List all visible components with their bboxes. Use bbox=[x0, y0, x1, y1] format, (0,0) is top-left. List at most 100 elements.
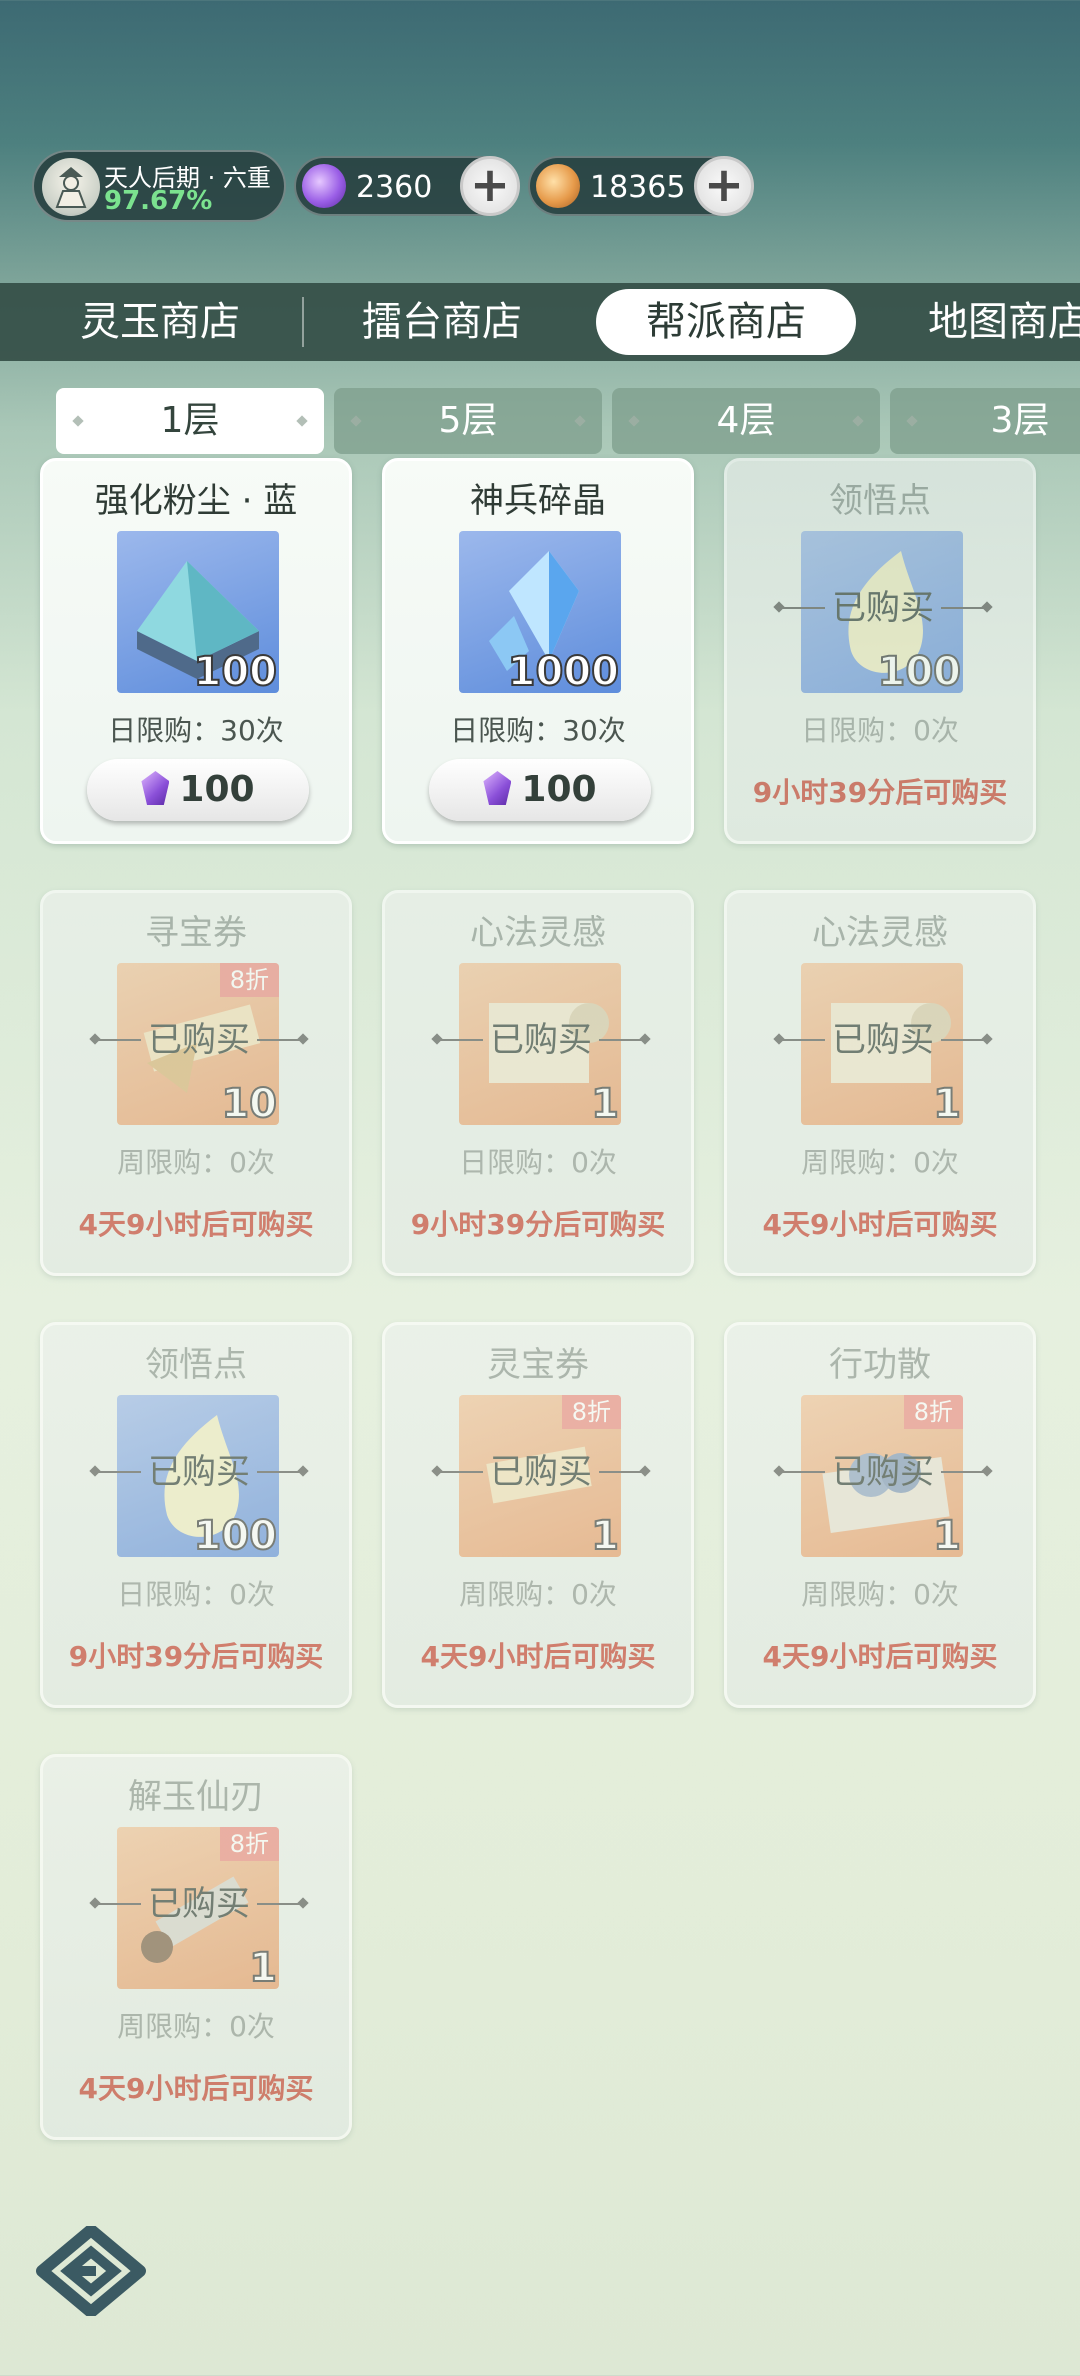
price-value: 100 bbox=[179, 769, 255, 810]
status-bar: 天人后期 · 六重 97.67% 2360 + 18365 + bbox=[32, 150, 1080, 222]
restock-timer: 4天9小时后可购买 bbox=[78, 1208, 314, 1241]
diamond-ornament-icon bbox=[906, 415, 918, 427]
tab-lingyu-shop[interactable]: 灵玉商店 bbox=[80, 283, 240, 361]
floor-tab-label: 1层 bbox=[160, 400, 220, 441]
tab-guild-shop[interactable]: 帮派商店 bbox=[596, 289, 856, 355]
sold-out-label: 已购买 bbox=[777, 1449, 989, 1495]
restock-timer: 9小时39分后可购买 bbox=[410, 1208, 666, 1241]
copper-coin-icon bbox=[536, 164, 580, 208]
purple-gem-icon bbox=[141, 771, 170, 805]
shop-item-card: 心法灵感 1 已购买 日限购：0次 9小时39分后可购买 bbox=[382, 890, 694, 1276]
floor-tab-3[interactable]: 3层 bbox=[890, 388, 1080, 454]
item-quantity: 100 bbox=[193, 1512, 278, 1557]
bought-text: 已购买 bbox=[832, 1452, 934, 1492]
item-quantity: 1 bbox=[590, 1512, 620, 1557]
purple-gem-icon bbox=[302, 164, 346, 208]
purchase-limit: 周限购：0次 bbox=[459, 1578, 617, 1611]
tab-arena-shop[interactable]: 擂台商店 bbox=[362, 283, 522, 361]
floor-tab-label: 4层 bbox=[716, 400, 776, 441]
purchase-limit: 日限购：0次 bbox=[801, 714, 959, 747]
purchase-limit: 日限购：0次 bbox=[459, 1146, 617, 1179]
item-name: 领悟点 bbox=[829, 481, 931, 521]
shop-item-card[interactable]: 神兵碎晶 1000 日限购：30次 100 bbox=[382, 458, 694, 844]
discount-badge: 8折 bbox=[219, 963, 279, 997]
floor-tab-label: 5层 bbox=[438, 400, 498, 441]
restock-timer: 9小时39分后可购买 bbox=[68, 1640, 324, 1673]
purchase-limit: 周限购：0次 bbox=[801, 1578, 959, 1611]
diamond-ornament-icon bbox=[574, 415, 586, 427]
purchase-limit: 日限购：0次 bbox=[117, 1578, 275, 1611]
avatar bbox=[42, 158, 100, 216]
purchase-limit: 周限购：0次 bbox=[117, 1146, 275, 1179]
shop-item-card: 领悟点 100 已购买 日限购：0次 9小时39分后可购买 bbox=[40, 1322, 352, 1708]
item-name: 寻宝券 bbox=[145, 913, 247, 953]
cultivator-icon bbox=[55, 167, 87, 208]
currency-gem: 2360 + bbox=[294, 156, 520, 216]
diamond-ornament-icon bbox=[350, 415, 362, 427]
item-image: 100 bbox=[117, 531, 279, 693]
sold-out-label: 已购买 bbox=[435, 1449, 647, 1495]
shop-item-card: 解玉仙刃 8折 1 已购买 周限购：0次 4天9小时后可购买 bbox=[40, 1754, 352, 2140]
bought-text: 已购买 bbox=[148, 1020, 250, 1060]
purple-gem-icon bbox=[483, 771, 512, 805]
restock-timer: 4天9小时后可购买 bbox=[420, 1640, 656, 1673]
sold-out-label: 已购买 bbox=[93, 1881, 305, 1927]
floor-tab-1[interactable]: 1层 bbox=[56, 388, 324, 454]
diamond-ornament-icon bbox=[72, 415, 84, 427]
item-quantity: 100 bbox=[193, 648, 278, 693]
shop-item-card: 领悟点 100 已购买 日限购：0次 9小时39分后可购买 bbox=[724, 458, 1036, 844]
diamond-ornament-icon bbox=[628, 415, 640, 427]
item-name: 领悟点 bbox=[145, 1345, 247, 1385]
tab-map-shop[interactable]: 地图商店 bbox=[928, 283, 1080, 361]
sold-out-label: 已购买 bbox=[93, 1449, 305, 1495]
restock-timer: 4天9小时后可购买 bbox=[78, 2072, 314, 2105]
tab-divider bbox=[302, 297, 304, 347]
floor-tab-label: 3层 bbox=[990, 400, 1050, 441]
diamond-ornament-icon bbox=[296, 415, 308, 427]
menu-button[interactable] bbox=[36, 2224, 146, 2318]
purchase-limit: 周限购：0次 bbox=[801, 1146, 959, 1179]
currency-gem-value: 2360 bbox=[356, 170, 433, 205]
item-quantity: 10 bbox=[220, 1080, 278, 1125]
sold-out-label: 已购买 bbox=[777, 585, 989, 631]
restock-timer: 9小时39分后可购买 bbox=[752, 776, 1008, 809]
sold-out-label: 已购买 bbox=[93, 1017, 305, 1063]
discount-badge: 8折 bbox=[219, 1827, 279, 1861]
diamond-ornament-icon bbox=[852, 415, 864, 427]
item-name: 灵宝券 bbox=[487, 1345, 589, 1385]
sold-out-label: 已购买 bbox=[435, 1017, 647, 1063]
item-name: 心法灵感 bbox=[470, 913, 606, 953]
currency-coin: 18365 + bbox=[528, 156, 754, 216]
shop-item-card[interactable]: 强化粉尘 · 蓝 100 日限购：30次 100 bbox=[40, 458, 352, 844]
bought-text: 已购买 bbox=[490, 1020, 592, 1060]
item-name: 解玉仙刃 bbox=[128, 1777, 264, 1817]
item-name: 强化粉尘 · 蓝 bbox=[94, 481, 298, 521]
shop-item-card: 寻宝券 8折 10 已购买 周限购：0次 4天9小时后可购买 bbox=[40, 890, 352, 1276]
bought-text: 已购买 bbox=[832, 1020, 934, 1060]
bought-text: 已购买 bbox=[490, 1452, 592, 1492]
floor-tab-4[interactable]: 4层 bbox=[612, 388, 880, 454]
rank-progress: 97.67% bbox=[104, 186, 213, 216]
discount-badge: 8折 bbox=[903, 1395, 963, 1429]
buy-button[interactable]: 100 bbox=[429, 759, 651, 821]
shop-item-card: 心法灵感 1 已购买 周限购：0次 4天9小时后可购买 bbox=[724, 890, 1036, 1276]
restock-timer: 4天9小时后可购买 bbox=[762, 1640, 998, 1673]
item-name: 心法灵感 bbox=[812, 913, 948, 953]
shop-tabs: 灵玉商店 擂台商店 帮派商店 地图商店 bbox=[0, 283, 1080, 361]
shop-item-card: 灵宝券 8折 1 已购买 周限购：0次 4天9小时后可购买 bbox=[382, 1322, 694, 1708]
item-quantity: 1 bbox=[932, 1080, 962, 1125]
discount-badge: 8折 bbox=[561, 1395, 621, 1429]
currency-coin-value: 18365 bbox=[590, 170, 686, 205]
sold-out-label: 已购买 bbox=[777, 1017, 989, 1063]
add-coin-button[interactable]: + bbox=[694, 156, 754, 216]
floor-tab-5[interactable]: 5层 bbox=[334, 388, 602, 454]
add-gem-button[interactable]: + bbox=[460, 156, 520, 216]
bought-text: 已购买 bbox=[148, 1884, 250, 1924]
item-quantity: 1000 bbox=[507, 648, 620, 693]
bought-text: 已购买 bbox=[148, 1452, 250, 1492]
item-name: 行功散 bbox=[829, 1345, 931, 1385]
rank-badge[interactable]: 天人后期 · 六重 97.67% bbox=[32, 150, 286, 222]
price-value: 100 bbox=[521, 769, 597, 810]
item-name: 神兵碎晶 bbox=[470, 481, 606, 521]
buy-button[interactable]: 100 bbox=[87, 759, 309, 821]
